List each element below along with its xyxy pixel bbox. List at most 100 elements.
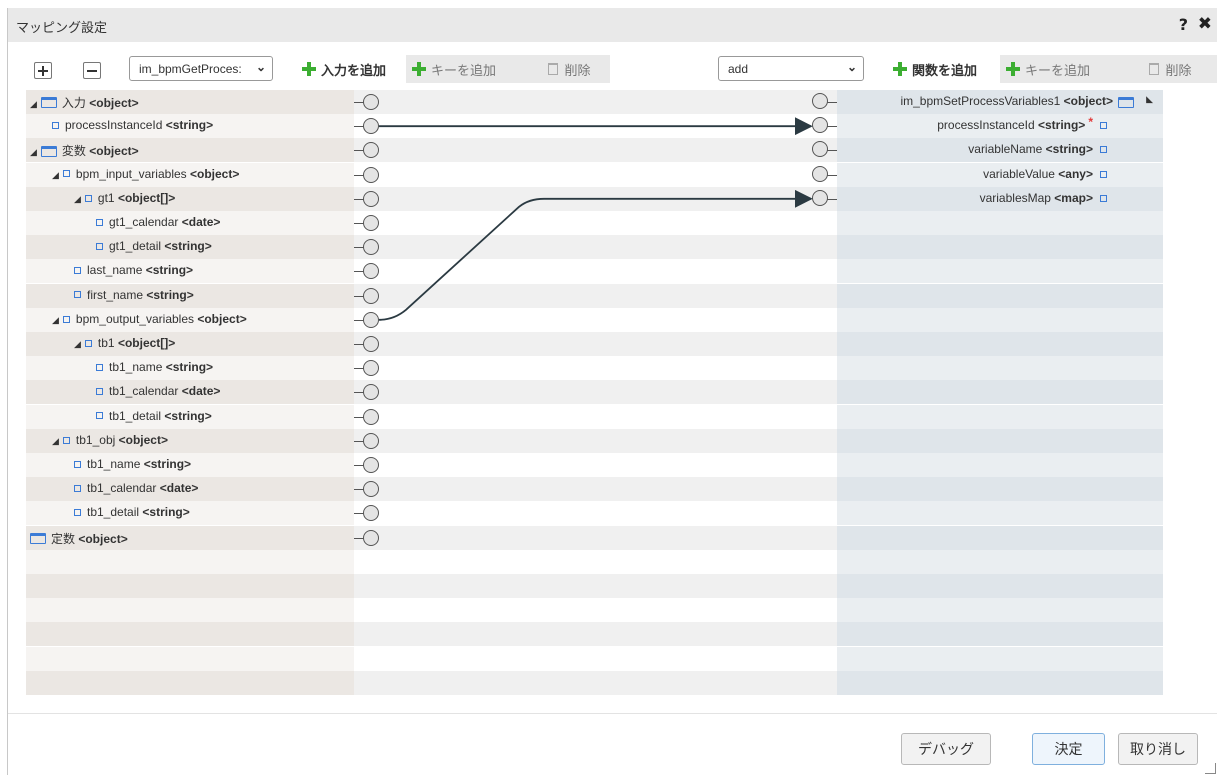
target-connector[interactable]: [812, 165, 828, 182]
source-connector[interactable]: [363, 166, 379, 183]
source-cell: ◢ tb1 <object[]>: [26, 332, 354, 356]
source-node[interactable]: tb1_name <string>: [74, 457, 191, 471]
mapping-row: ◢ bpm_input_variables <object> variableVal…: [26, 162, 1163, 187]
target-cell: [837, 525, 1163, 550]
add-function-button[interactable]: 関数を追加: [893, 55, 977, 83]
target-connector[interactable]: [812, 189, 828, 206]
source-connector[interactable]: [363, 457, 379, 473]
source-node[interactable]: ◢ tb1 <object[]>: [74, 336, 175, 350]
add-key-left-button[interactable]: キーを追加: [406, 55, 529, 83]
resize-handle[interactable]: [1205, 763, 1216, 774]
target-cell: [837, 477, 1163, 502]
node-name: bpm_input_variables: [75, 166, 190, 181]
source-node[interactable]: ◢ bpm_output_variables <object>: [52, 312, 247, 326]
expand-triangle-icon[interactable]: ◢: [30, 147, 37, 158]
source-connector[interactable]: [363, 481, 379, 498]
object-folder-icon: [1118, 97, 1134, 108]
field-icon: [62, 315, 70, 323]
dialog-titlebar[interactable]: マッピング設定 ? ✖: [8, 8, 1217, 43]
link-cell: [354, 90, 837, 114]
expand-all-button[interactable]: [34, 62, 52, 79]
target-node[interactable]: variableValue <any>: [983, 167, 1093, 181]
expand-triangle-icon[interactable]: ◢: [52, 436, 59, 447]
mapping-row: gt1_calendar <date>: [26, 211, 1163, 235]
source-node[interactable]: last_name <string>: [74, 263, 193, 277]
add-input-button[interactable]: 入力を追加: [302, 55, 386, 83]
target-connector[interactable]: [812, 117, 828, 134]
target-node[interactable]: variableName <string>: [968, 142, 1093, 156]
debug-button[interactable]: デバッグ: [901, 733, 991, 765]
source-node[interactable]: processInstanceId <string>: [52, 118, 213, 132]
link-cell: [354, 138, 837, 163]
mapping-row: tb1_calendar <date>: [26, 477, 1163, 502]
expand-triangle-icon[interactable]: ◢: [52, 170, 59, 181]
source-node[interactable]: tb1_name <string>: [96, 360, 213, 374]
source-node[interactable]: gt1_calendar <date>: [96, 215, 220, 229]
source-connector[interactable]: [363, 94, 379, 110]
expand-triangle-icon[interactable]: ◣: [1146, 95, 1153, 105]
source-connector[interactable]: [363, 263, 379, 280]
connector-stub: [827, 126, 837, 128]
source-node[interactable]: gt1_detail <string>: [96, 239, 212, 253]
source-node[interactable]: first_name <string>: [74, 288, 194, 302]
source-connector[interactable]: [363, 505, 379, 522]
delete-right-button[interactable]: 削除: [1123, 55, 1217, 83]
ok-button[interactable]: 決定: [1032, 733, 1105, 765]
source-connector[interactable]: [363, 336, 379, 352]
expand-triangle-icon[interactable]: ◢: [30, 99, 37, 110]
add-key-right-button[interactable]: キーを追加: [1000, 55, 1123, 83]
source-connector[interactable]: [363, 287, 379, 304]
node-name: variablesMap: [979, 190, 1055, 205]
node-name: tb1_obj: [75, 432, 119, 447]
source-connector[interactable]: [363, 118, 379, 135]
source-connector[interactable]: [363, 384, 379, 401]
source-connector[interactable]: [363, 408, 379, 425]
source-connector[interactable]: [363, 142, 379, 159]
target-connector[interactable]: [812, 93, 828, 109]
link-cell: [354, 307, 837, 332]
link-cell: [354, 211, 837, 235]
target-cell: [837, 307, 1163, 332]
target-node[interactable]: variablesMap <map>: [980, 191, 1093, 205]
cancel-button[interactable]: 取り消し: [1118, 733, 1198, 765]
mapping-row: ◢ 変数 <object> variableName <string>: [26, 138, 1163, 163]
field-icon: [74, 291, 81, 299]
source-node[interactable]: ◢ 入力 <object>: [30, 94, 139, 111]
source-connector[interactable]: [363, 239, 379, 256]
node-type: <string>: [164, 239, 212, 254]
delete-left-label: 削除: [564, 63, 591, 79]
input-source-select[interactable]: im_bpmGetProces: ⌄: [129, 56, 273, 81]
source-cell: processInstanceId <string>: [26, 114, 354, 139]
expand-triangle-icon[interactable]: ◢: [52, 315, 59, 326]
source-connector[interactable]: [363, 432, 379, 449]
expand-triangle-icon[interactable]: ◢: [74, 194, 81, 205]
expand-triangle-icon[interactable]: ◢: [74, 339, 81, 350]
target-node[interactable]: im_bpmSetProcessVariables1 <object>: [900, 94, 1113, 108]
collapse-all-button[interactable]: [83, 62, 101, 79]
source-node[interactable]: 定数 <object>: [30, 530, 128, 547]
link-cell: [354, 380, 837, 405]
source-node[interactable]: tb1_calendar <date>: [74, 481, 198, 495]
source-node[interactable]: tb1_calendar <date>: [96, 384, 220, 398]
node-name: processInstanceId: [65, 118, 166, 133]
source-node[interactable]: ◢ tb1_obj <object>: [52, 433, 168, 447]
source-connector[interactable]: [363, 529, 379, 546]
function-select[interactable]: add ⌄: [718, 56, 864, 81]
source-node[interactable]: ◢ bpm_input_variables <object>: [52, 167, 239, 181]
link-cell: [354, 162, 837, 187]
source-node[interactable]: tb1_detail <string>: [96, 409, 212, 423]
source-node[interactable]: tb1_detail <string>: [74, 505, 190, 519]
source-connector[interactable]: [363, 190, 379, 207]
source-node[interactable]: ◢ gt1 <object[]>: [74, 191, 175, 205]
source-connector[interactable]: [363, 360, 379, 377]
help-icon[interactable]: ?: [1179, 15, 1188, 34]
mapping-row: first_name <string>: [26, 283, 1163, 308]
source-connector[interactable]: [363, 311, 379, 328]
close-icon[interactable]: ✖: [1198, 14, 1212, 34]
source-connector[interactable]: [363, 215, 379, 231]
delete-left-button[interactable]: 削除: [529, 55, 610, 83]
link-cell: [354, 114, 837, 139]
source-node[interactable]: ◢ 変数 <object>: [30, 142, 139, 159]
target-node[interactable]: processInstanceId <string> *: [937, 115, 1093, 132]
target-connector[interactable]: [812, 141, 828, 158]
